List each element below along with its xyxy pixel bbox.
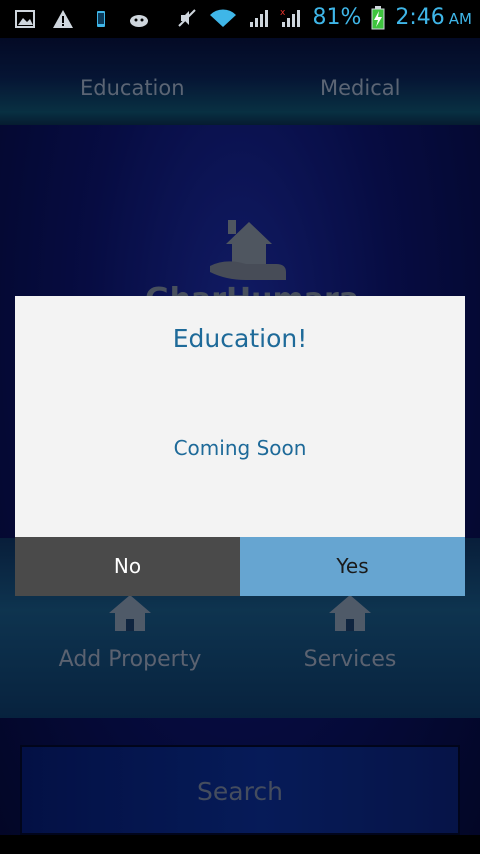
clock: 2:46 AM: [395, 5, 472, 30]
status-bar: x 81% 2:46 AM: [0, 0, 480, 38]
battery-percent: 81%: [312, 5, 362, 30]
svg-text:x: x: [280, 8, 286, 18]
status-bar-system: x 81% 2:46 AM: [176, 5, 472, 30]
wifi-icon: [210, 8, 237, 27]
android-icon: [130, 15, 148, 27]
yes-button[interactable]: Yes: [240, 537, 465, 596]
mute-icon: [178, 8, 197, 27]
clock-ampm: AM: [448, 10, 472, 28]
dialog-title: Education!: [172, 324, 308, 353]
dialog-message: Coming Soon: [173, 436, 307, 460]
phone-icon: [97, 11, 105, 27]
signal-icon: [250, 9, 269, 27]
image-icon: [15, 10, 35, 28]
warning-icon: [53, 10, 73, 28]
signal-x-icon: x: [280, 8, 301, 27]
status-bar-notifications: [14, 8, 150, 30]
no-button[interactable]: No: [15, 537, 240, 596]
education-dialog: Education! Coming Soon No Yes: [15, 296, 465, 596]
clock-time: 2:46: [395, 5, 445, 30]
battery-charging-icon: [371, 5, 385, 29]
dialog-buttons: No Yes: [15, 537, 465, 596]
